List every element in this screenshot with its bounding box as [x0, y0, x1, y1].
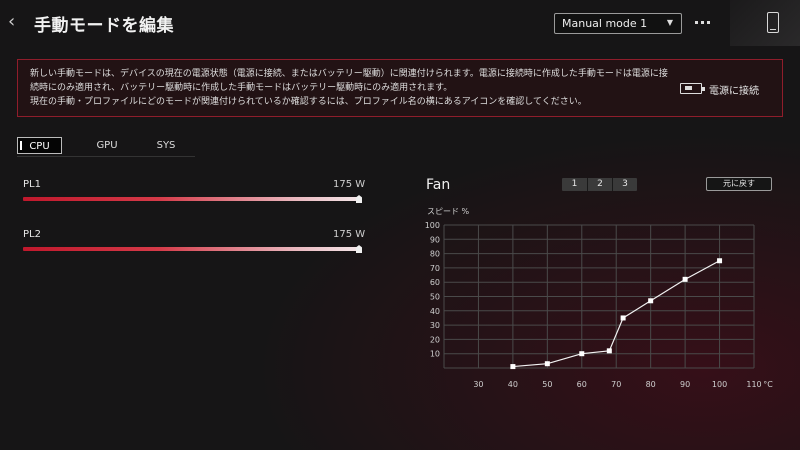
pl2-label: PL2	[23, 229, 41, 240]
fan-curve-point[interactable]	[579, 351, 585, 357]
x-tick-label: 100	[712, 380, 727, 389]
fan-curve-point[interactable]	[648, 298, 654, 304]
pl1-slider-track[interactable]	[23, 197, 361, 201]
power-plug-icon	[680, 83, 705, 94]
notice-line: 続時にのみ適用され、バッテリー駆動時に作成した手動モードはバッテリー駆動時にのみ…	[30, 83, 453, 93]
y-tick-label: 50	[430, 293, 440, 302]
chevron-left-icon[interactable]: ‹	[8, 12, 22, 32]
x-tick-label: 110	[746, 380, 761, 389]
power-status-label: 電源に接続	[709, 86, 759, 97]
pl1-value: 175 W	[333, 179, 366, 190]
fan-curve-point[interactable]	[717, 258, 723, 264]
y-tick-label: 10	[430, 350, 440, 359]
component-tabs: CPU GPU SYS	[17, 135, 195, 157]
fan-curve-chart[interactable]: 10 20 30 40 50 60 70 80 90 100 30 40 50 60 70 80 90 100 11…	[420, 215, 780, 395]
x-tick-label: 70	[611, 380, 621, 389]
x-tick-label: 50	[542, 380, 552, 389]
mode-select-dropdown[interactable]: Manual mode 1 ▼	[554, 13, 682, 34]
notice-line: 現在の手動・プロファイルにどのモードが関連付けられているか確認するには、プロファ…	[30, 97, 587, 107]
y-tick-label: 90	[430, 235, 440, 244]
y-tick-label: 40	[430, 307, 440, 316]
fan-title: Fan	[426, 177, 451, 193]
y-tick-label: 20	[430, 335, 440, 344]
pl2-value: 175 W	[333, 229, 366, 240]
y-tick-label: 60	[430, 278, 440, 287]
fan-curve-tab-2[interactable]: 2	[587, 178, 612, 191]
fan-curve-tab-3[interactable]: 3	[612, 178, 637, 191]
x-unit-label: °C	[763, 380, 773, 389]
x-tick-label: 40	[508, 380, 518, 389]
top-bar: ‹ 手動モードを編集 Manual mode 1 ▼	[0, 0, 800, 46]
tab-cpu[interactable]: CPU	[17, 137, 62, 154]
fan-curve-point[interactable]	[620, 315, 626, 321]
fan-curve-tabs: 1 2 3	[562, 178, 637, 191]
fan-curve-point[interactable]	[544, 361, 550, 367]
more-dots-icon[interactable]	[694, 15, 712, 29]
caret-down-icon: ▼	[666, 18, 673, 27]
y-tick-label: 100	[425, 221, 440, 230]
fan-curve-point[interactable]	[606, 348, 612, 354]
device-phone-icon[interactable]	[767, 12, 779, 33]
device-panel	[730, 0, 800, 46]
x-tick-label: 80	[646, 380, 656, 389]
reset-button[interactable]: 元に戻す	[706, 177, 772, 191]
y-tick-label: 30	[430, 321, 440, 330]
y-tick-label: 70	[430, 264, 440, 273]
notice-line: 新しい手動モードは、デバイスの現在の電源状態（電源に接続、またはバッテリー駆動）…	[30, 69, 668, 79]
fan-curve-point[interactable]	[510, 364, 516, 370]
y-tick-label: 80	[430, 250, 440, 259]
fan-curve-point[interactable]	[682, 276, 688, 282]
x-tick-label: 90	[680, 380, 690, 389]
page-title: 手動モードを編集	[34, 16, 174, 36]
notice-text: 新しい手動モードは、デバイスの現在の電源状態（電源に接続、またはバッテリー駆動）…	[30, 67, 670, 109]
power-state-notice: 新しい手動モードは、デバイスの現在の電源状態（電源に接続、またはバッテリー駆動）…	[17, 59, 783, 117]
fan-curve-tab-1[interactable]: 1	[562, 178, 587, 191]
x-tick-label: 30	[473, 380, 483, 389]
mode-select-value: Manual mode 1	[562, 17, 648, 30]
tab-gpu[interactable]: GPU	[85, 137, 129, 154]
pl1-label: PL1	[23, 179, 41, 190]
x-tick-label: 60	[577, 380, 587, 389]
tab-sys[interactable]: SYS	[144, 137, 188, 154]
pl2-slider-track[interactable]	[23, 247, 361, 251]
